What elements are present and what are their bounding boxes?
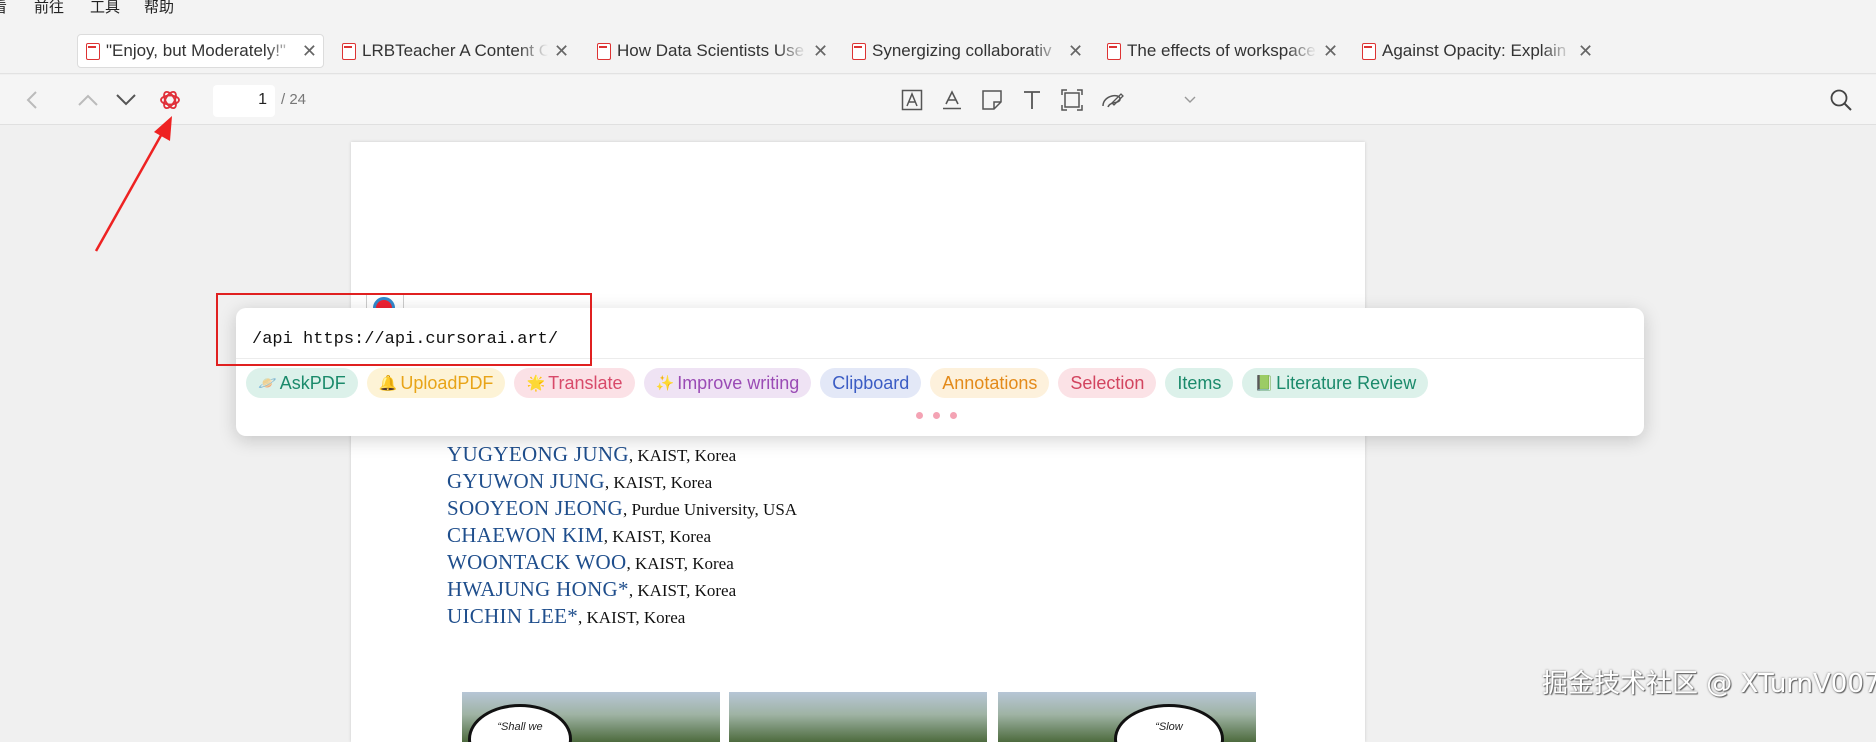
chip-label: Selection — [1070, 372, 1145, 393]
chip-icon: 🌟 — [526, 375, 546, 392]
pdf-icon — [342, 42, 356, 60]
author-line: HWAJUNG HONG*, KAIST, Korea — [447, 577, 736, 602]
shortcut-chip-askpdf[interactable]: 🪐 AskPDF — [246, 368, 358, 398]
watermark: 掘金技术社区 @ XTurnV007 — [1542, 669, 1876, 699]
author-line: YUGYEONG JUNG, KAIST, Korea — [447, 442, 736, 467]
shortcut-chips: 🪐 AskPDF 🔔 UploadPDF 🌟 Translate ✨ Improve writ… — [246, 368, 1429, 398]
author-line: GYUWON JUNG, KAIST, Korea — [447, 469, 712, 494]
author-name: CHAEWON KIM — [447, 523, 604, 547]
pdf-icon — [86, 42, 100, 60]
close-icon[interactable]: ✕ — [302, 41, 317, 62]
speech-bubble: “Shall we — [468, 704, 572, 742]
author-line: UICHIN LEE*, KAIST, Korea — [447, 604, 685, 629]
back-icon[interactable] — [16, 75, 48, 125]
next-page-icon[interactable] — [110, 75, 142, 125]
tab-document[interactable]: "Enjoy, but Moderately!" ✕ — [77, 34, 324, 68]
close-icon[interactable]: ✕ — [813, 41, 828, 62]
chip-icon: 🪐 — [258, 375, 277, 392]
search-icon[interactable] — [1826, 75, 1856, 125]
area-select-icon[interactable] — [1057, 75, 1087, 125]
chip-label: Clipboard — [832, 372, 910, 393]
chip-label: Literature Review — [1276, 372, 1417, 393]
author-affiliation: , KAIST, Korea — [578, 608, 686, 627]
tab-title: LRBTeacher A Content C — [362, 41, 548, 61]
tab-title: Synergizing collaborativ — [872, 41, 1062, 61]
author-line: SOOYEON JEONG, Purdue University, USA — [447, 496, 797, 521]
tab-title: How Data Scientists Use — [617, 41, 807, 61]
shortcut-chip-translate[interactable]: 🌟 Translate — [514, 368, 635, 398]
toolbar: 1 / 24 — [0, 75, 1876, 125]
author-name: HWAJUNG HONG* — [447, 577, 629, 601]
tab-document[interactable]: How Data Scientists Use ✕ — [589, 34, 834, 68]
shortcut-chip-improve-writing[interactable]: ✨ Improve writing — [643, 368, 812, 398]
speech-bubble: “Slow — [1114, 704, 1224, 742]
menubar: 看 前往 工具 帮助 — [0, 0, 1876, 28]
text-box-icon[interactable] — [897, 75, 927, 125]
tab-document[interactable]: LRBTeacher A Content C ✕ — [334, 34, 575, 68]
chip-label: AskPDF — [279, 372, 346, 393]
annotation-highlight-box — [216, 293, 592, 366]
chip-label: Items — [1177, 372, 1222, 393]
pdf-page: YUGYEONG JUNG, KAIST, Korea GYUWON JUNG,… — [351, 142, 1365, 742]
close-icon[interactable]: ✕ — [1068, 41, 1083, 62]
menu-view[interactable]: 看 — [0, 0, 7, 17]
chip-icon: ✨ — [655, 375, 675, 392]
pdf-icon — [1107, 42, 1121, 60]
shortcut-chip-uploadpdf[interactable]: 🔔 UploadPDF — [366, 368, 506, 398]
author-line: WOONTACK WOO, KAIST, Korea — [447, 550, 734, 575]
underline-text-icon[interactable] — [937, 75, 967, 125]
author-name: SOOYEON JEONG — [447, 496, 623, 520]
chip-label: Improve writing — [677, 372, 800, 393]
shortcut-chip-literature-review[interactable]: 📗 Literature Review — [1242, 368, 1429, 398]
chip-label: Annotations — [942, 372, 1038, 393]
pdf-icon — [1362, 42, 1376, 60]
menu-help[interactable]: 帮助 — [144, 0, 174, 17]
shortcut-chip-selection[interactable]: Selection — [1058, 368, 1157, 398]
more-options-icon[interactable] — [916, 412, 957, 419]
author-affiliation: , KAIST, Korea — [628, 581, 737, 600]
tab-document[interactable]: Against Opacity: Explain ✕ — [1354, 34, 1599, 68]
close-icon[interactable]: ✕ — [1323, 41, 1338, 62]
chevron-down-icon[interactable] — [1178, 75, 1202, 125]
shortcut-chip-items[interactable]: Items — [1165, 368, 1234, 398]
close-icon[interactable]: ✕ — [1578, 41, 1593, 62]
menu-go[interactable]: 前往 — [34, 0, 64, 17]
tab-document[interactable]: The effects of workspace ✕ — [1099, 34, 1344, 68]
author-line: CHAEWON KIM, KAIST, Korea — [447, 523, 711, 548]
author-affiliation: , KAIST, Korea — [626, 554, 734, 573]
tab-title: The effects of workspace — [1127, 41, 1317, 61]
tab-title: Against Opacity: Explain — [1382, 41, 1572, 61]
text-icon[interactable] — [1017, 75, 1047, 125]
tab-title: "Enjoy, but Moderately!" — [106, 41, 296, 61]
tab-bar: "Enjoy, but Moderately!" ✕ LRBTeacher A … — [0, 28, 1876, 74]
author-affiliation: , KAIST, Korea — [603, 527, 712, 546]
comic-panel-image: “Slow — [998, 692, 1256, 742]
author-name: YUGYEONG JUNG — [447, 442, 629, 466]
page-total: / 24 — [281, 91, 307, 108]
author-affiliation: , KAIST, Korea — [604, 473, 713, 492]
chip-icon: 🔔 — [378, 375, 398, 392]
ai-assistant-icon[interactable] — [154, 75, 186, 125]
shortcut-chip-clipboard[interactable]: Clipboard — [820, 368, 922, 398]
author-affiliation: , KAIST, Korea — [628, 446, 737, 465]
draw-icon[interactable] — [1097, 75, 1127, 125]
note-icon[interactable] — [977, 75, 1007, 125]
chip-label: Translate — [548, 372, 623, 393]
tab-document[interactable]: Synergizing collaborativ ✕ — [844, 34, 1089, 68]
comic-panel-image — [729, 692, 987, 742]
chip-label: UploadPDF — [400, 372, 494, 393]
page-number-input[interactable]: 1 — [213, 85, 275, 117]
chip-icon: 📗 — [1254, 375, 1274, 392]
author-affiliation: , Purdue University, USA — [622, 500, 798, 519]
author-name: UICHIN LEE* — [447, 604, 579, 628]
author-name: WOONTACK WOO — [447, 550, 627, 574]
comic-panel-image: “Shall we — [462, 692, 720, 742]
menu-tools[interactable]: 工具 — [90, 0, 120, 17]
close-icon[interactable]: ✕ — [554, 41, 569, 62]
author-name: GYUWON JUNG — [447, 469, 605, 493]
shortcut-chip-annotations[interactable]: Annotations — [930, 368, 1050, 398]
pdf-icon — [852, 42, 866, 60]
previous-page-icon[interactable] — [72, 75, 104, 125]
pdf-icon — [597, 42, 611, 60]
